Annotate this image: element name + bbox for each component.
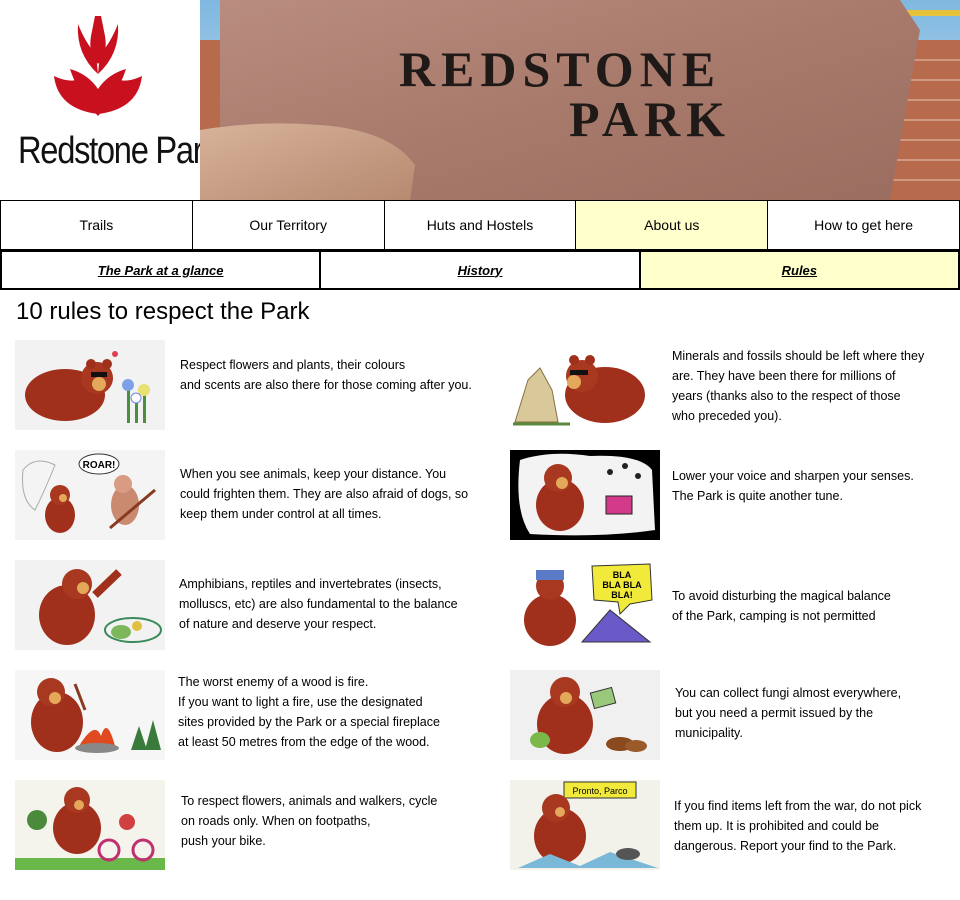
- rule-line: Minerals and fossils should be left wher…: [672, 349, 925, 363]
- rule-line: Amphibians, reptiles and invertebrates (…: [179, 577, 442, 591]
- bear-fungi-illustration: [510, 670, 660, 760]
- rule-line: The worst enemy of a wood is fire.: [178, 675, 369, 689]
- rule-line: The Park is quite another tune.: [672, 489, 843, 503]
- banner-line2: PARK: [569, 91, 731, 147]
- rule-text: You can collect fungi almost everywhere,…: [675, 683, 955, 743]
- sub-nav: The Park at a glance History Rules: [0, 250, 960, 290]
- logo-text: Redstone Park: [18, 130, 219, 172]
- banner-line1: REDSTONE: [399, 41, 721, 97]
- rule-text: Lower your voice and sharpen your senses…: [672, 466, 952, 506]
- rule-line: keep them under control at all times.: [180, 507, 382, 521]
- rule-line: and scents are also there for those comi…: [180, 378, 472, 392]
- rule-line: push your bike.: [181, 834, 266, 848]
- subnav-rules[interactable]: Rules: [638, 250, 960, 290]
- bear-music-illustration: [510, 450, 660, 540]
- bear-fossils-illustration: [510, 340, 660, 430]
- rule-line: but you need a permit issued by the: [675, 706, 874, 720]
- page-title: 10 rules to respect the Park: [16, 298, 310, 325]
- nav-tab-huts-and-hostels[interactable]: Huts and Hostels: [383, 200, 577, 250]
- rule-line: could frighten them. They are also afrai…: [180, 487, 469, 501]
- rule-text: To avoid disturbing the magical balance …: [672, 586, 952, 626]
- rule-line: sites provided by the Park or a special …: [178, 715, 440, 729]
- rule-text: To respect flowers, animals and walkers,…: [181, 791, 491, 851]
- nav-tab-our-territory[interactable]: Our Territory: [191, 200, 385, 250]
- bear-cycling-illustration: [15, 780, 165, 870]
- rule-line: who preceded you).: [672, 409, 782, 423]
- rule-line: You can collect fungi almost everywhere,: [675, 686, 902, 700]
- main-nav: Trails Our Territory Huts and Hostels Ab…: [0, 200, 960, 250]
- bear-flowers-illustration: [15, 340, 165, 430]
- rule-line: molluscs, etc) are also fundamental to t…: [179, 597, 458, 611]
- banner-image: REDSTONE PARK: [200, 0, 960, 200]
- subnav-history[interactable]: History: [319, 250, 641, 290]
- war-items-sign: Pronto, Parco: [572, 786, 627, 796]
- bear-camping-illustration: BLA BLA BLA BLA!: [510, 560, 660, 650]
- rule-line: of nature and deserve your respect.: [179, 617, 377, 631]
- rule-text: When you see animals, keep your distance…: [180, 464, 490, 524]
- svg-text:BLA: BLA: [613, 570, 632, 580]
- rule-text: The worst enemy of a wood is fire. If yo…: [178, 672, 488, 752]
- rule-line: Lower your voice and sharpen your senses…: [672, 469, 914, 483]
- svg-text:BLA!: BLA!: [611, 590, 633, 600]
- rule-line: To respect flowers, animals and walkers,…: [181, 794, 438, 808]
- svg-text:ROAR!: ROAR!: [83, 460, 116, 471]
- rule-line: on roads only. When on footpaths,: [181, 814, 371, 828]
- bear-amphibians-illustration: [15, 560, 165, 650]
- svg-text:BLA BLA: BLA BLA: [602, 580, 642, 590]
- subnav-park-at-a-glance[interactable]: The Park at a glance: [0, 250, 322, 290]
- bear-roar-illustration: ROAR!: [15, 450, 165, 540]
- rule-line: are. They have been there for millions o…: [672, 369, 896, 383]
- nav-tab-how-to-get-here[interactable]: How to get here: [767, 200, 960, 250]
- rule-text: Minerals and fossils should be left wher…: [672, 346, 952, 426]
- bear-war-items-illustration: Pronto, Parco: [510, 780, 660, 870]
- rule-line: at least 50 metres from the edge of the …: [178, 735, 430, 749]
- bear-fire-illustration: [15, 670, 165, 760]
- rule-line: Respect flowers and plants, their colour…: [180, 358, 406, 372]
- rule-line: If you want to light a fire, use the des…: [178, 695, 423, 709]
- rule-line: dangerous. Report your find to the Park.: [674, 839, 897, 853]
- logo[interactable]: Redstone Park: [0, 0, 219, 200]
- rule-line: years (thanks also to the respect of tho…: [672, 389, 901, 403]
- rule-line: of the Park, camping is not permitted: [672, 609, 876, 623]
- rule-line: To avoid disturbing the magical balance: [672, 589, 891, 603]
- rule-text: If you find items left from the war, do …: [674, 796, 954, 856]
- rule-line: When you see animals, keep your distance…: [180, 467, 447, 481]
- nav-tab-trails[interactable]: Trails: [0, 200, 193, 250]
- rule-text: Amphibians, reptiles and invertebrates (…: [179, 574, 489, 634]
- rule-text: Respect flowers and plants, their colour…: [180, 355, 490, 395]
- header: Redstone Park REDSTONE PARK: [0, 0, 960, 200]
- rule-line: them up. It is prohibited and could be: [674, 819, 879, 833]
- rule-line: municipality.: [675, 726, 743, 740]
- tulip-logo-icon: [54, 16, 142, 116]
- rule-line: If you find items left from the war, do …: [674, 799, 922, 813]
- nav-tab-about-us[interactable]: About us: [575, 200, 769, 250]
